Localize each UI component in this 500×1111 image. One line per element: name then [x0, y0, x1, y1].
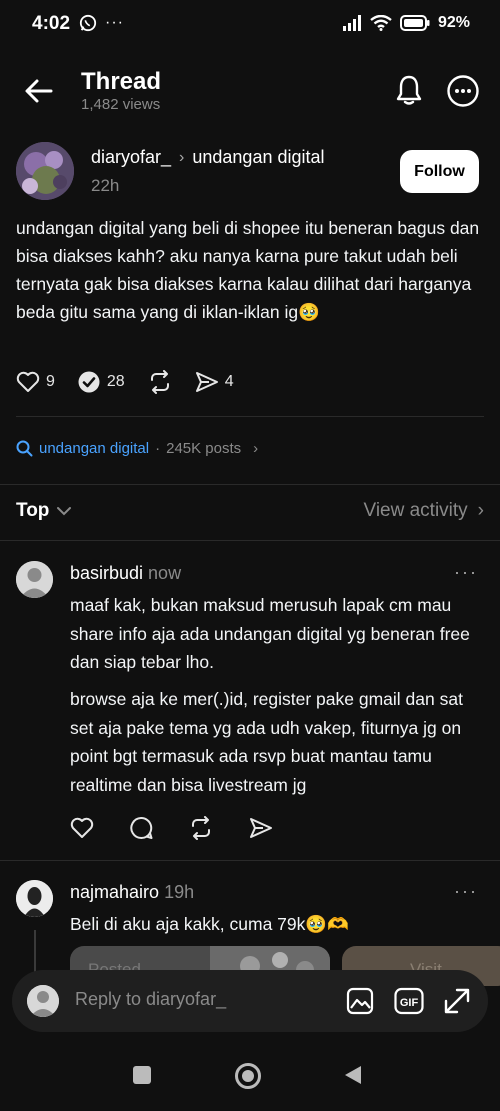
bell-icon: [396, 75, 422, 105]
recent-apps-button[interactable]: [131, 1064, 155, 1088]
repost-button[interactable]: [147, 370, 173, 394]
my-avatar: [27, 985, 59, 1017]
heart-icon: [16, 371, 40, 392]
post-username[interactable]: diaryofar_: [91, 147, 171, 168]
follow-button[interactable]: Follow: [400, 150, 479, 193]
gif-button[interactable]: GIF: [394, 986, 424, 1016]
repost-icon: [150, 370, 169, 394]
reply-author-row: najmahairo 19h: [70, 882, 194, 903]
view-count: 1,482 views: [81, 96, 161, 113]
view-activity-link[interactable]: View activity ›: [363, 500, 484, 522]
more-options-button[interactable]: [446, 74, 480, 108]
topic-separator: ·: [155, 440, 161, 457]
send-icon: [195, 372, 218, 392]
reply-avatar[interactable]: [16, 880, 53, 917]
signal-icon: [342, 15, 361, 31]
page-title: Thread: [81, 68, 162, 95]
more-notifications-icon: ···: [105, 14, 124, 31]
heart-icon[interactable]: [70, 817, 94, 839]
section-divider: [0, 540, 500, 541]
expand-icon: [444, 988, 470, 1014]
notifications-button[interactable]: [394, 74, 426, 108]
section-divider: [0, 484, 500, 485]
system-nav-bar: [0, 1040, 500, 1111]
view-activity-label: View activity: [363, 500, 468, 521]
share-button[interactable]: 4: [195, 371, 234, 393]
home-button[interactable]: [234, 1062, 262, 1090]
like-button[interactable]: 9: [16, 371, 55, 393]
post-author-avatar[interactable]: [16, 142, 74, 200]
battery-icon: [399, 15, 430, 31]
reply-text-paragraph: browse aja ke mer(.)id, register pake gm…: [70, 689, 463, 795]
status-bar: 4:02 ··· 92%: [0, 0, 500, 50]
reply-text: Beli di aku aja kakk, cuma 79k🥹🫶: [70, 914, 349, 934]
chevron-right-icon: ›: [253, 440, 259, 457]
arrow-left-icon: [25, 79, 53, 103]
chevron-down-icon: [57, 507, 72, 516]
reply-username[interactable]: najmahairo: [70, 882, 159, 902]
share-count: 4: [224, 373, 234, 390]
reply-text: maaf kak, bukan maksud merusuh lapak cm …: [70, 595, 470, 672]
reply-composer: Reply to diaryofar_ GIF: [12, 970, 488, 1032]
reply-timestamp: now: [148, 563, 182, 583]
topic-link[interactable]: undangan digital · 245K posts ›: [16, 440, 258, 457]
post-topic-tag[interactable]: undangan digital: [192, 147, 324, 168]
system-icons: 92%: [342, 14, 470, 32]
reply-divider: [0, 860, 500, 861]
image-icon: [346, 987, 374, 1015]
comment-button[interactable]: 28: [77, 370, 125, 394]
comment-icon[interactable]: [129, 816, 153, 840]
reply-username[interactable]: basirbudi: [70, 563, 143, 583]
sort-dropdown[interactable]: Top: [16, 500, 72, 522]
wifi-icon: [370, 15, 392, 31]
topic-name: undangan digital: [39, 440, 150, 457]
more-circle-icon: [447, 75, 479, 107]
verified-comment-icon: [78, 371, 100, 393]
triangle-back-icon: [345, 1066, 361, 1084]
back-button[interactable]: [24, 76, 58, 106]
post-actions: 9 28 4: [16, 370, 256, 394]
send-icon[interactable]: [249, 817, 273, 839]
reply-avatar[interactable]: [16, 561, 53, 598]
default-avatar-icon: [27, 985, 59, 1017]
chevron-right-icon: ›: [477, 500, 484, 521]
whatsapp-icon: [79, 14, 97, 32]
home-circle-icon: [235, 1063, 261, 1089]
sort-row: Top View activity ›: [16, 500, 484, 524]
chevron-right-icon: ›: [179, 148, 185, 166]
expand-button[interactable]: [442, 986, 472, 1016]
divider: [16, 416, 484, 417]
reply-actions: [70, 816, 273, 840]
sort-label: Top: [16, 500, 50, 521]
status-time: 4:02: [32, 13, 71, 34]
comment-count: 28: [106, 373, 125, 390]
topic-post-count: 245K posts: [166, 440, 242, 457]
repost-icon[interactable]: [188, 816, 214, 840]
thread-header: Thread 1,482 views: [0, 60, 500, 120]
notification-icons: ···: [79, 14, 124, 32]
battery-percent: 92%: [437, 14, 470, 31]
search-icon: [16, 440, 33, 457]
reply-author-row: basirbudi now: [70, 563, 181, 584]
reply-more-button[interactable]: ···: [454, 562, 478, 583]
reply-more-button[interactable]: ···: [454, 881, 478, 902]
square-icon: [133, 1066, 151, 1084]
post-text: undangan digital yang beli di shopee itu…: [16, 218, 480, 322]
reply-input[interactable]: Reply to diaryofar_: [75, 989, 226, 1010]
post-timestamp: 22h: [91, 176, 120, 195]
avatar-image: [16, 142, 74, 200]
reply-timestamp: 19h: [164, 882, 195, 902]
default-avatar-icon: [16, 561, 53, 598]
post-author-row: diaryofar_ › undangan digital: [91, 147, 325, 168]
avatar-image: [16, 880, 53, 917]
svg-text:GIF: GIF: [400, 997, 419, 1009]
like-count: 9: [46, 373, 55, 390]
back-nav-button[interactable]: [342, 1064, 366, 1088]
gif-icon: GIF: [394, 987, 424, 1015]
image-button[interactable]: [345, 986, 375, 1016]
